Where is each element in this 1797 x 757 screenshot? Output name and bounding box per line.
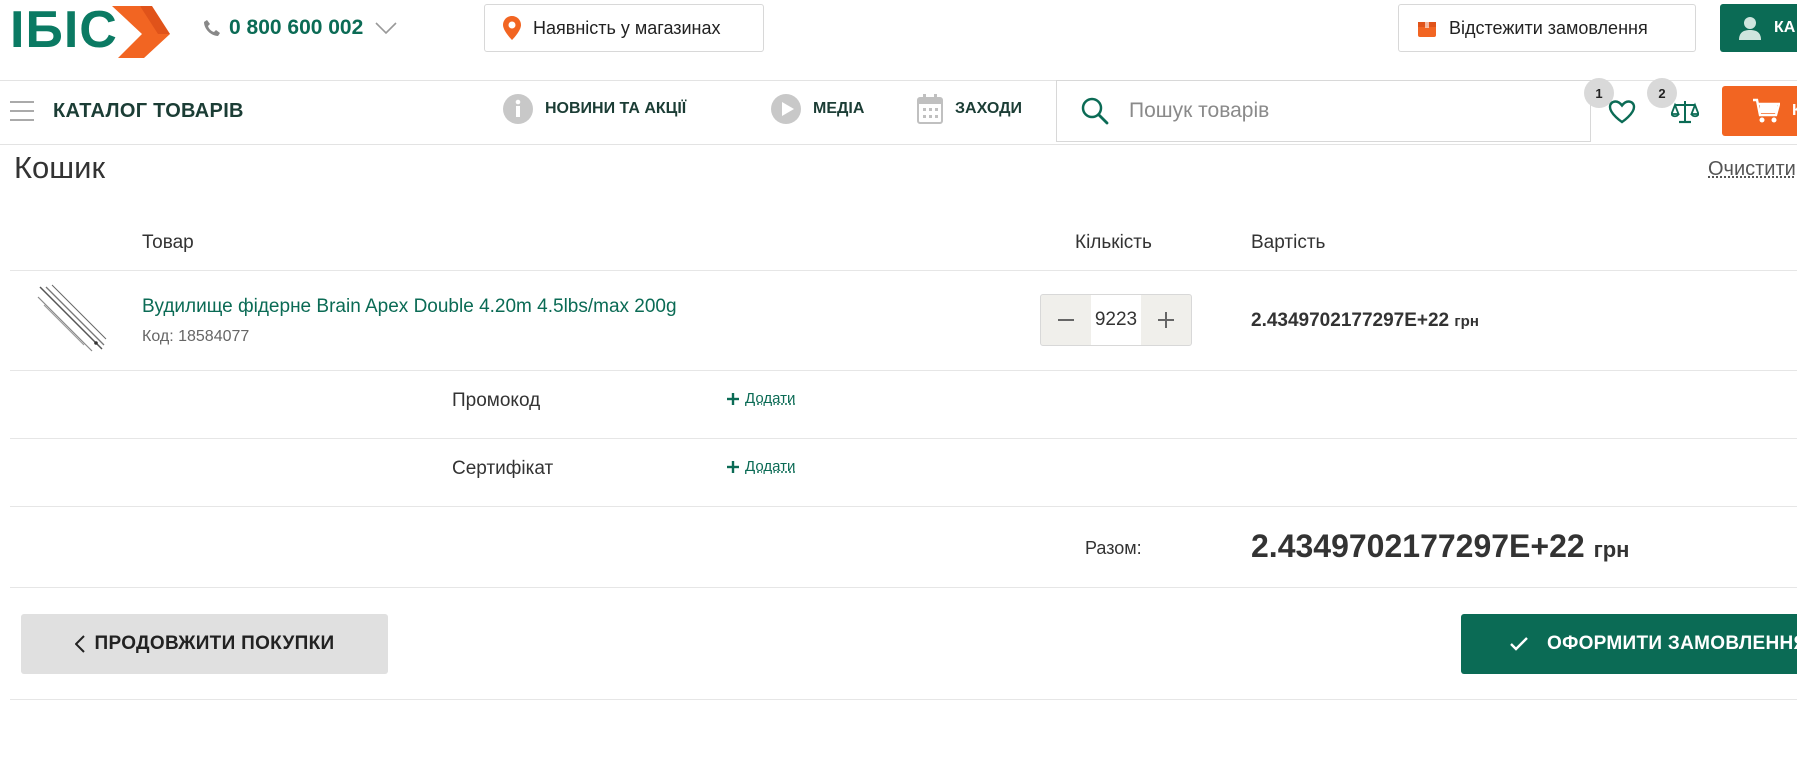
divider	[10, 506, 1797, 507]
compare-button[interactable]: 2	[1647, 78, 1709, 138]
total-amount-value: 2.4349702177297E+22	[1251, 528, 1585, 564]
add-certificate-link[interactable]: Додати	[727, 458, 795, 475]
nav-news-link[interactable]: НОВИНИ ТА АКЦІЇ	[503, 94, 686, 124]
check-icon	[1510, 637, 1528, 651]
nav-media-label: МЕДІА	[813, 100, 865, 117]
info-icon	[503, 94, 533, 124]
checkout-button[interactable]: ОФОРМИТИ ЗАМОВЛЕННЯ	[1461, 614, 1797, 674]
divider	[10, 370, 1797, 371]
item-price-currency: грн	[1454, 313, 1479, 330]
product-code: Код: 18584077	[142, 328, 250, 345]
search-input[interactable]	[1127, 98, 1571, 124]
logo[interactable]: ІБІС	[10, 4, 118, 56]
cart-button[interactable]: К	[1722, 86, 1797, 136]
quantity-stepper[interactable]	[1040, 294, 1192, 346]
divider	[10, 438, 1797, 439]
cart-label: К	[1792, 102, 1797, 119]
increase-quantity-button[interactable]	[1141, 295, 1191, 345]
wishlist-button[interactable]: 1	[1584, 78, 1646, 138]
promo-label: Промокод	[452, 390, 541, 411]
store-availability-button[interactable]: Наявність у магазинах	[484, 4, 764, 52]
total-currency: грн	[1593, 537, 1630, 562]
menu-icon[interactable]	[10, 100, 34, 122]
total-label: Разом:	[1085, 538, 1142, 558]
plus-icon	[727, 392, 739, 405]
play-icon	[771, 94, 801, 124]
nav-news-label: НОВИНИ ТА АКЦІЇ	[545, 100, 687, 117]
column-header-product: Товар	[142, 232, 194, 253]
certificate-label: Сертифікат	[452, 458, 554, 479]
search-box[interactable]	[1056, 80, 1591, 142]
item-price-value: 2.4349702177297E+22	[1251, 310, 1450, 331]
box-icon	[1418, 22, 1436, 37]
plus-icon	[1158, 312, 1174, 328]
nav-media-link[interactable]: МЕДІА	[771, 94, 864, 124]
phone-number: 0 800 600 002	[229, 16, 364, 39]
phone-icon	[204, 20, 220, 36]
decrease-quantity-button[interactable]	[1041, 295, 1091, 345]
heart-icon	[1608, 100, 1636, 124]
logo-wing-icon	[112, 6, 170, 58]
divider	[10, 699, 1797, 700]
add-promo-link[interactable]: Додати	[727, 390, 795, 407]
product-name-link[interactable]: Вудилище фідерне Brain Apex Double 4.20m…	[142, 296, 677, 318]
minus-icon	[1058, 319, 1074, 321]
nav-events-label: ЗАХОДИ	[955, 100, 1022, 117]
search-icon[interactable]	[1081, 97, 1109, 125]
item-price: 2.4349702177297E+22 грн	[1251, 310, 1479, 332]
plus-icon	[727, 460, 739, 473]
page-title: Кошик	[14, 150, 106, 185]
chevron-left-icon	[74, 635, 85, 653]
continue-shopping-label: ПРОДОВЖИТИ ПОКУПКИ	[94, 633, 335, 654]
store-availability-label: Наявність у магазинах	[533, 17, 721, 38]
add-promo-label: Додати	[745, 390, 796, 407]
scales-icon	[1671, 101, 1699, 124]
divider	[10, 270, 1797, 271]
account-button[interactable]: КА	[1720, 4, 1797, 52]
calendar-icon	[917, 94, 943, 124]
cart-icon	[1753, 98, 1780, 123]
column-header-quantity: Кількість	[1075, 232, 1152, 253]
user-icon	[1739, 17, 1761, 40]
quantity-input[interactable]	[1091, 295, 1141, 345]
total-amount: 2.4349702177297E+22 грн	[1251, 528, 1629, 565]
catalog-link[interactable]: КАТАЛОГ ТОВАРІВ	[53, 100, 244, 123]
divider	[10, 587, 1797, 588]
account-label: КА	[1774, 19, 1796, 36]
add-certificate-label: Додати	[745, 458, 796, 475]
product-image[interactable]	[36, 283, 108, 355]
column-header-cost: Вартість	[1251, 232, 1326, 253]
nav-events-link[interactable]: ЗАХОДИ	[917, 94, 1022, 124]
track-order-button[interactable]: Відстежити замовлення	[1398, 4, 1696, 52]
phone-link[interactable]: 0 800 600 002	[203, 16, 397, 40]
location-pin-icon	[503, 16, 521, 40]
clear-cart-link[interactable]: Очистити	[1708, 158, 1796, 181]
track-order-label: Відстежити замовлення	[1449, 17, 1648, 38]
continue-shopping-button[interactable]: ПРОДОВЖИТИ ПОКУПКИ	[21, 614, 388, 674]
chevron-down-icon[interactable]	[375, 21, 397, 35]
checkout-label: ОФОРМИТИ ЗАМОВЛЕННЯ	[1547, 633, 1797, 654]
